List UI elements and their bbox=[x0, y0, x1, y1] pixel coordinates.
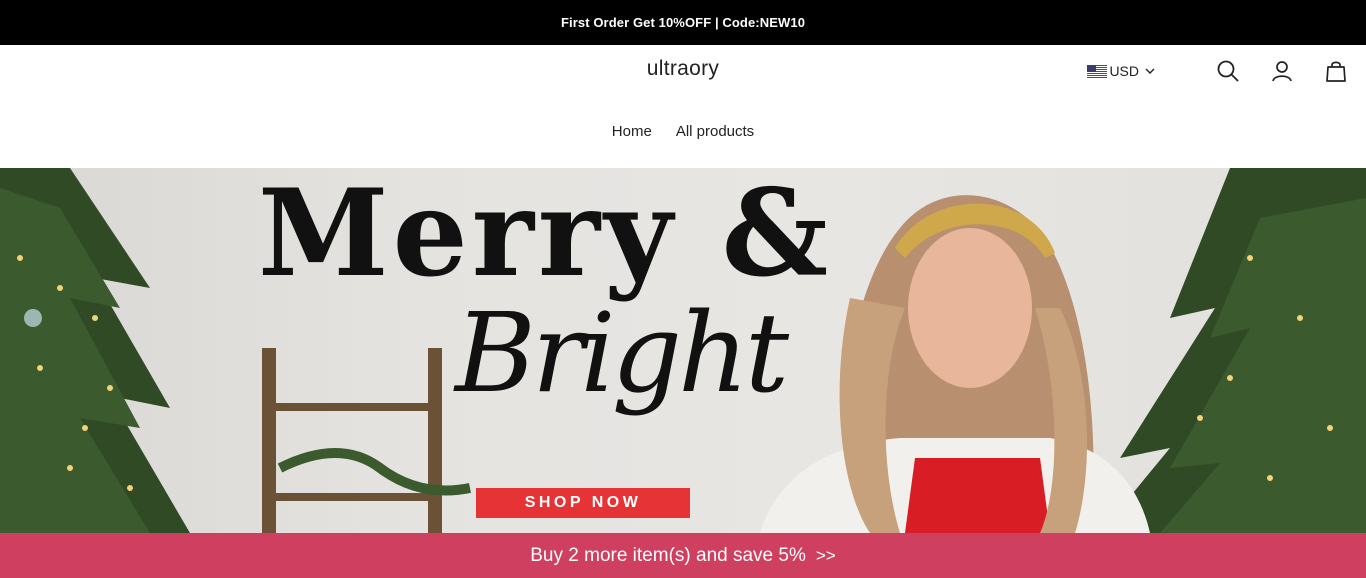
header-actions: USD bbox=[1087, 57, 1350, 85]
ornament bbox=[24, 309, 42, 327]
bundle-promo-bar[interactable]: Buy 2 more item(s) and save 5% >> bbox=[0, 533, 1366, 578]
currency-label: USD bbox=[1109, 63, 1139, 79]
nav-item-home[interactable]: Home bbox=[612, 123, 652, 140]
main-nav: Home All products bbox=[0, 123, 1366, 140]
hero-headline: Merry & bbox=[258, 168, 833, 304]
search-icon[interactable] bbox=[1214, 57, 1242, 85]
site-header: ultraory USD Home All products bbox=[0, 45, 1366, 168]
shop-now-button[interactable]: SHOP NOW bbox=[476, 488, 690, 518]
left-christmas-tree bbox=[0, 168, 190, 533]
currency-selector[interactable]: USD bbox=[1087, 63, 1156, 79]
wooden-ladder bbox=[262, 348, 442, 533]
announcement-text: First Order Get 10%OFF | Code:NEW10 bbox=[560, 15, 806, 30]
announcement-bar: First Order Get 10%OFF | Code:NEW10 bbox=[0, 0, 1366, 45]
hero-script-text: Bright bbox=[455, 289, 789, 417]
hero-banner[interactable]: Merry & Bright SHOP NOW bbox=[0, 168, 1366, 533]
account-icon[interactable] bbox=[1268, 57, 1296, 85]
chevron-down-icon bbox=[1145, 68, 1155, 74]
right-christmas-tree bbox=[1100, 168, 1366, 533]
nav-item-all-products[interactable]: All products bbox=[676, 123, 754, 140]
us-flag-icon bbox=[1087, 64, 1108, 78]
promo-arrow: >> bbox=[815, 545, 836, 565]
cart-icon[interactable] bbox=[1322, 57, 1350, 85]
promo-text: Buy 2 more item(s) and save 5% bbox=[530, 544, 806, 566]
